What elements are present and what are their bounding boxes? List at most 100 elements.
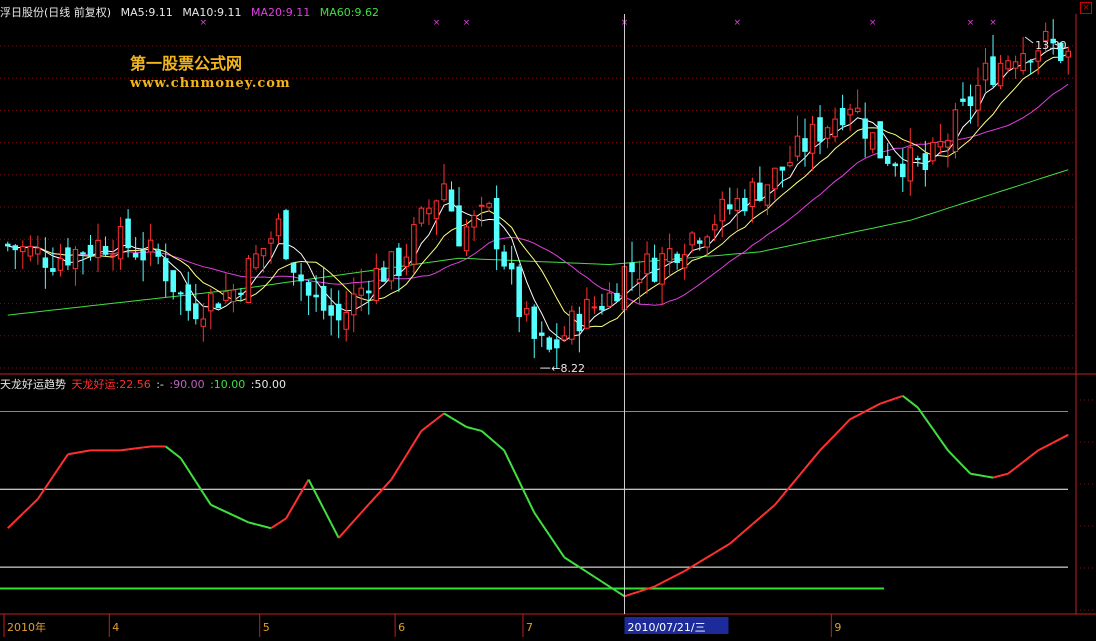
indicator-segment bbox=[819, 441, 829, 452]
low-label: ←8.22 bbox=[551, 362, 585, 375]
candle-body bbox=[403, 256, 410, 268]
candle-body bbox=[193, 303, 199, 320]
indicator-segment bbox=[352, 511, 362, 522]
indicator-level-90: :90.00 bbox=[169, 378, 205, 391]
candle-body bbox=[907, 147, 914, 182]
indicator-segment bbox=[7, 520, 16, 529]
candle-body bbox=[140, 250, 146, 261]
indicator-segment bbox=[525, 496, 536, 514]
candle-body bbox=[117, 226, 124, 260]
indicator-segment bbox=[902, 395, 911, 403]
indicator-segment bbox=[977, 474, 986, 478]
candle-body bbox=[396, 247, 402, 277]
candle-body bbox=[727, 204, 733, 210]
candle-body bbox=[373, 267, 380, 301]
indicator-segment bbox=[255, 523, 264, 528]
indicator-segment bbox=[804, 458, 814, 470]
indicator-segment bbox=[1052, 437, 1062, 444]
chart-canvas[interactable]: ××××××××13.30←8.222010年456792010/07/21/三 bbox=[0, 0, 1096, 637]
candle-body bbox=[501, 251, 507, 267]
indicator-sep: :- bbox=[156, 378, 164, 391]
event-marker: × bbox=[989, 18, 997, 28]
candle-body bbox=[230, 289, 237, 303]
indicator-segment bbox=[1007, 467, 1017, 475]
candle-body bbox=[561, 335, 568, 341]
candle-body bbox=[486, 202, 492, 208]
candle-body bbox=[335, 303, 342, 321]
indicator-segment bbox=[586, 571, 595, 578]
indicator-segment bbox=[300, 479, 310, 494]
candle-body bbox=[358, 287, 365, 296]
indicator-segment bbox=[466, 426, 475, 430]
indicator-segment bbox=[285, 504, 295, 519]
indicator-segment bbox=[736, 530, 746, 539]
indicator-segment bbox=[616, 590, 626, 598]
indicator-segment bbox=[744, 523, 754, 532]
indicator-segment bbox=[932, 428, 942, 441]
candle-body bbox=[749, 181, 756, 207]
indicator-segment bbox=[849, 414, 859, 421]
candle-body bbox=[155, 250, 161, 257]
indicator-segment bbox=[194, 480, 205, 494]
candle-body bbox=[554, 339, 560, 349]
candle-body bbox=[674, 253, 680, 263]
candle-body bbox=[1027, 60, 1034, 63]
indicator-segment bbox=[480, 430, 490, 439]
candle-body bbox=[208, 293, 214, 312]
indicator-segment bbox=[654, 581, 663, 588]
indicator-segment bbox=[277, 517, 287, 525]
candle-body bbox=[418, 207, 425, 224]
close-icon[interactable]: × bbox=[1080, 2, 1092, 14]
indicator-segment bbox=[864, 406, 874, 413]
indicator-segment bbox=[495, 443, 505, 452]
indicator-segment bbox=[706, 551, 716, 559]
indicator-segment bbox=[857, 410, 866, 417]
event-marker: × bbox=[433, 18, 441, 28]
candle-body bbox=[381, 267, 387, 282]
candle-body bbox=[95, 239, 101, 259]
candle-body bbox=[298, 274, 304, 282]
indicator-segment bbox=[165, 445, 174, 454]
indicator-segment bbox=[270, 522, 280, 530]
candle-body bbox=[952, 109, 959, 152]
indicator-segment bbox=[947, 449, 957, 459]
indicator-segment bbox=[135, 446, 144, 450]
date-label: 7 bbox=[526, 621, 533, 634]
candle-body bbox=[433, 200, 440, 220]
candle-body bbox=[1035, 50, 1041, 62]
candle-body bbox=[794, 135, 801, 157]
indicator-segment bbox=[578, 566, 588, 573]
indicator-segment bbox=[939, 439, 949, 451]
candle-body bbox=[591, 306, 598, 309]
indicator-segment bbox=[127, 447, 136, 451]
indicator-segment bbox=[67, 451, 76, 456]
indicator-segment bbox=[631, 590, 640, 595]
candle-body bbox=[132, 253, 139, 258]
candle-body bbox=[1020, 53, 1026, 72]
candle-body bbox=[719, 198, 726, 222]
indicator-segment bbox=[729, 536, 738, 545]
candle-body bbox=[779, 166, 786, 171]
indicator-segment bbox=[398, 454, 408, 468]
indicator-segment bbox=[811, 449, 821, 461]
candle-body bbox=[426, 207, 432, 215]
candle-body bbox=[516, 266, 522, 318]
high-pointer bbox=[1024, 36, 1034, 44]
candle-body bbox=[584, 298, 590, 329]
indicator-segment bbox=[962, 465, 972, 475]
candle-body bbox=[223, 291, 229, 301]
candle-body bbox=[305, 282, 312, 296]
indicator-segment bbox=[1060, 433, 1069, 440]
candle-body bbox=[809, 123, 816, 154]
indicator-segment bbox=[826, 434, 836, 444]
indicator-segment bbox=[240, 517, 249, 524]
indicator-segment bbox=[450, 417, 460, 424]
indicator-segment bbox=[759, 510, 769, 519]
date-label: 6 bbox=[398, 621, 405, 634]
indicator-segment bbox=[488, 436, 498, 445]
candle-body bbox=[764, 184, 771, 206]
candle-body bbox=[915, 158, 921, 161]
candle-body bbox=[614, 292, 620, 302]
candle-body bbox=[87, 244, 94, 256]
indicator-segment bbox=[789, 476, 799, 488]
